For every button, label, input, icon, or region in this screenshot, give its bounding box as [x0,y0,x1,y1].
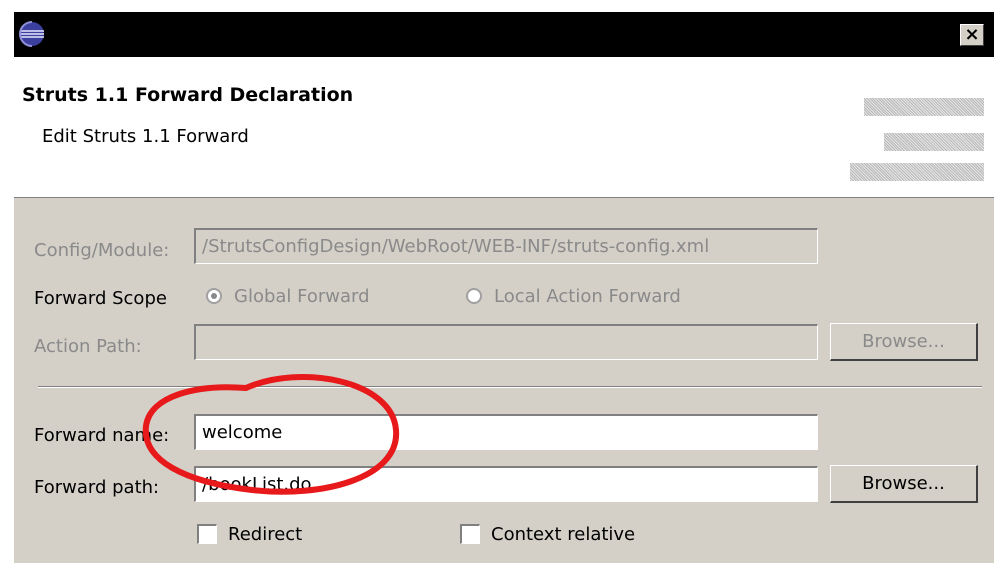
action-path-browse-button[interactable]: Browse... [830,323,978,361]
banner-graphic [850,163,984,181]
redirect-checkbox[interactable] [197,524,217,544]
separator [38,386,982,388]
banner-graphic [884,133,984,151]
local-action-forward-label[interactable]: Local Action Forward [494,286,681,307]
context-relative-checkbox[interactable] [460,524,480,544]
page-description: Edit Struts 1.1 Forward [42,126,249,147]
forward-path-value: /bookList.do [202,474,312,495]
eclipse-icon [18,20,46,48]
forward-name-value: welcome [202,422,283,443]
forward-name-label: Forward name: [34,425,170,446]
dialog-header: Struts 1.1 Forward Declaration Edit Stru… [14,57,994,198]
config-module-label: Config/Module: [34,240,170,261]
forward-scope-label: Forward Scope [34,288,167,309]
redirect-label[interactable]: Redirect [228,524,302,545]
form-area: Config/Module: /StrutsConfigDesign/WebRo… [14,198,994,563]
title-bar[interactable]: × [14,12,994,57]
forward-path-label: Forward path: [34,477,160,498]
close-icon: × [964,24,980,45]
forward-name-input[interactable]: welcome [194,414,818,450]
config-module-value: /StrutsConfigDesign/WebRoot/WEB-INF/stru… [202,236,710,257]
config-module-field: /StrutsConfigDesign/WebRoot/WEB-INF/stru… [194,228,818,264]
action-path-label: Action Path: [34,336,142,357]
dialog-window: × Struts 1.1 Forward Declaration Edit St… [12,12,994,563]
global-forward-label[interactable]: Global Forward [234,286,370,307]
local-action-forward-radio[interactable] [466,288,482,304]
forward-path-browse-button[interactable]: Browse... [830,465,978,503]
global-forward-radio[interactable] [206,288,222,304]
page-title: Struts 1.1 Forward Declaration [22,84,354,106]
banner-graphic [864,98,984,116]
close-button[interactable]: × [960,24,984,46]
action-path-field [194,324,818,360]
context-relative-label[interactable]: Context relative [491,524,635,545]
forward-path-input[interactable]: /bookList.do [194,466,818,502]
